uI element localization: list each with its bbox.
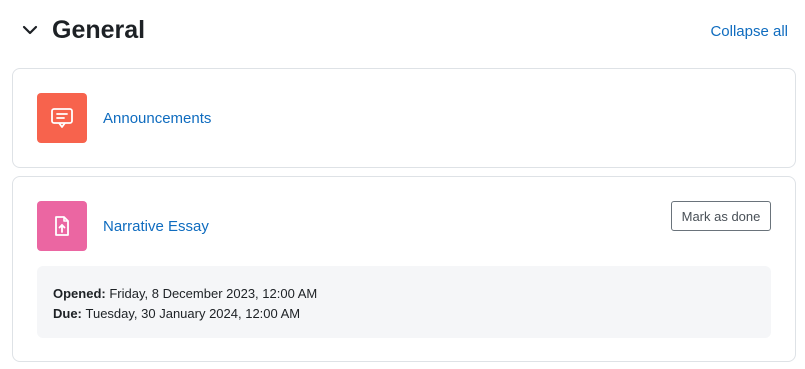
section-title: General [52,16,146,44]
opened-label: Opened: [53,286,110,301]
section-header: General Collapse all [0,0,805,62]
due-value: Tuesday, 30 January 2024, 12:00 AM [85,306,301,321]
activity-dates: Opened: Friday, 8 December 2023, 12:00 A… [37,266,771,338]
opened-value: Friday, 8 December 2023, 12:00 AM [109,286,318,301]
mark-as-done-button[interactable]: Mark as done [671,201,771,231]
activity-card-narrative-essay: Narrative Essay Mark as done Opened: Fri… [12,176,796,362]
due-label: Due: [53,306,86,321]
chevron-down-icon[interactable] [18,18,42,42]
activity-card-announcements: Announcements [12,68,796,168]
collapse-all-link[interactable]: Collapse all [710,22,788,42]
activity-link-announcements[interactable]: Announcements [103,110,211,128]
assignment-upload-icon [37,201,87,251]
due-date: Due: Tuesday, 30 January 2024, 12:00 AM [53,304,755,324]
forum-icon [37,93,87,143]
opened-date: Opened: Friday, 8 December 2023, 12:00 A… [53,284,755,304]
activity-link-narrative-essay[interactable]: Narrative Essay [103,218,209,236]
